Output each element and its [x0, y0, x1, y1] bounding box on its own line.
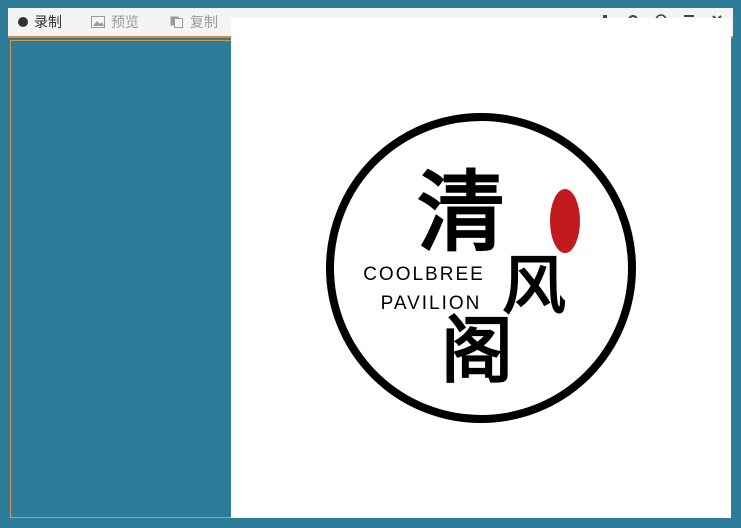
image-icon — [91, 16, 105, 28]
preview-canvas: 清 风 阁 COOLBREE PAVILION — [231, 18, 731, 518]
logo-char-ge: 阁 — [441, 308, 513, 393]
record-dot-icon — [18, 17, 28, 27]
logo-english-line-1: COOLBREE — [363, 264, 485, 285]
record-button[interactable]: 录制 — [18, 8, 62, 36]
seal-stamp — [550, 189, 580, 253]
record-label: 录制 — [34, 15, 62, 31]
logo-english-line-2: PAVILION — [381, 293, 482, 314]
preview-button[interactable]: 预览 — [91, 8, 139, 36]
copy-label: 复制 — [190, 15, 218, 31]
logo-char-qing: 清 — [417, 160, 505, 264]
preview-label: 预览 — [111, 15, 139, 31]
copy-button[interactable]: 复制 — [170, 8, 218, 36]
coolbree-pavilion-logo: 清 风 阁 COOLBREE PAVILION — [326, 113, 636, 423]
copy-icon — [170, 16, 183, 28]
